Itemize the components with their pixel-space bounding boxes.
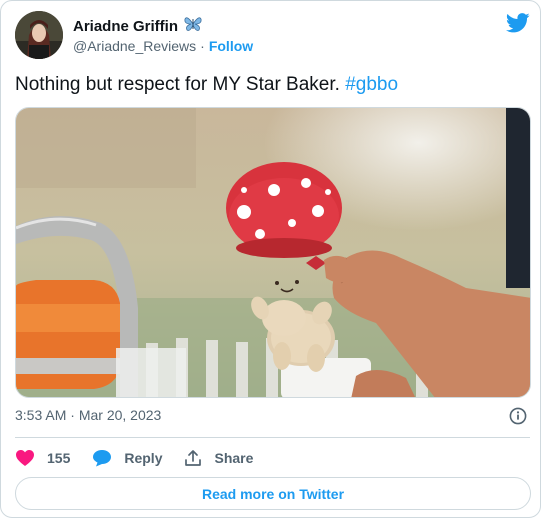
tweet-actions: 155 Reply Share bbox=[15, 447, 275, 469]
follow-button[interactable]: Follow bbox=[209, 38, 253, 54]
read-more-button[interactable]: Read more on Twitter bbox=[15, 477, 531, 510]
hashtag-link[interactable]: #gbbo bbox=[345, 74, 398, 95]
tweet-text: Nothing but respect for MY Star Baker. #… bbox=[15, 72, 398, 98]
tweet-time: 3:53 AM bbox=[15, 407, 67, 423]
tweet-date: Mar 20, 2023 bbox=[78, 407, 162, 423]
tweet-media-image[interactable] bbox=[15, 107, 531, 398]
share-icon bbox=[185, 450, 202, 466]
share-button[interactable]: Share bbox=[184, 449, 253, 467]
butterfly-icon bbox=[184, 16, 202, 37]
divider bbox=[15, 437, 530, 438]
handle[interactable]: @Ariadne_Reviews bbox=[73, 38, 196, 54]
avatar[interactable] bbox=[15, 11, 63, 59]
share-label: Share bbox=[214, 450, 254, 466]
reply-button[interactable]: Reply bbox=[92, 449, 162, 467]
separator-dot: · bbox=[200, 38, 205, 54]
reply-bubble-icon bbox=[93, 450, 112, 467]
like-button[interactable]: 155 bbox=[15, 449, 70, 467]
display-name[interactable]: Ariadne Griffin bbox=[73, 18, 178, 35]
tweet-header: Ariadne Griffin @Ariadne_Reviews · Follo… bbox=[15, 11, 530, 59]
info-icon[interactable] bbox=[508, 406, 528, 426]
twitter-bird-icon[interactable] bbox=[506, 13, 530, 33]
tweet-body: Nothing but respect for MY Star Baker. bbox=[15, 74, 340, 95]
timestamp-separator: · bbox=[70, 407, 75, 423]
tweet-card: Ariadne Griffin @Ariadne_Reviews · Follo… bbox=[0, 0, 541, 518]
heart-icon bbox=[16, 450, 34, 466]
tweet-timestamp[interactable]: 3:53 AM · Mar 20, 2023 bbox=[15, 407, 161, 423]
like-count: 155 bbox=[47, 450, 71, 466]
read-more-label: Read more on Twitter bbox=[201, 485, 345, 502]
reply-label: Reply bbox=[124, 450, 163, 466]
